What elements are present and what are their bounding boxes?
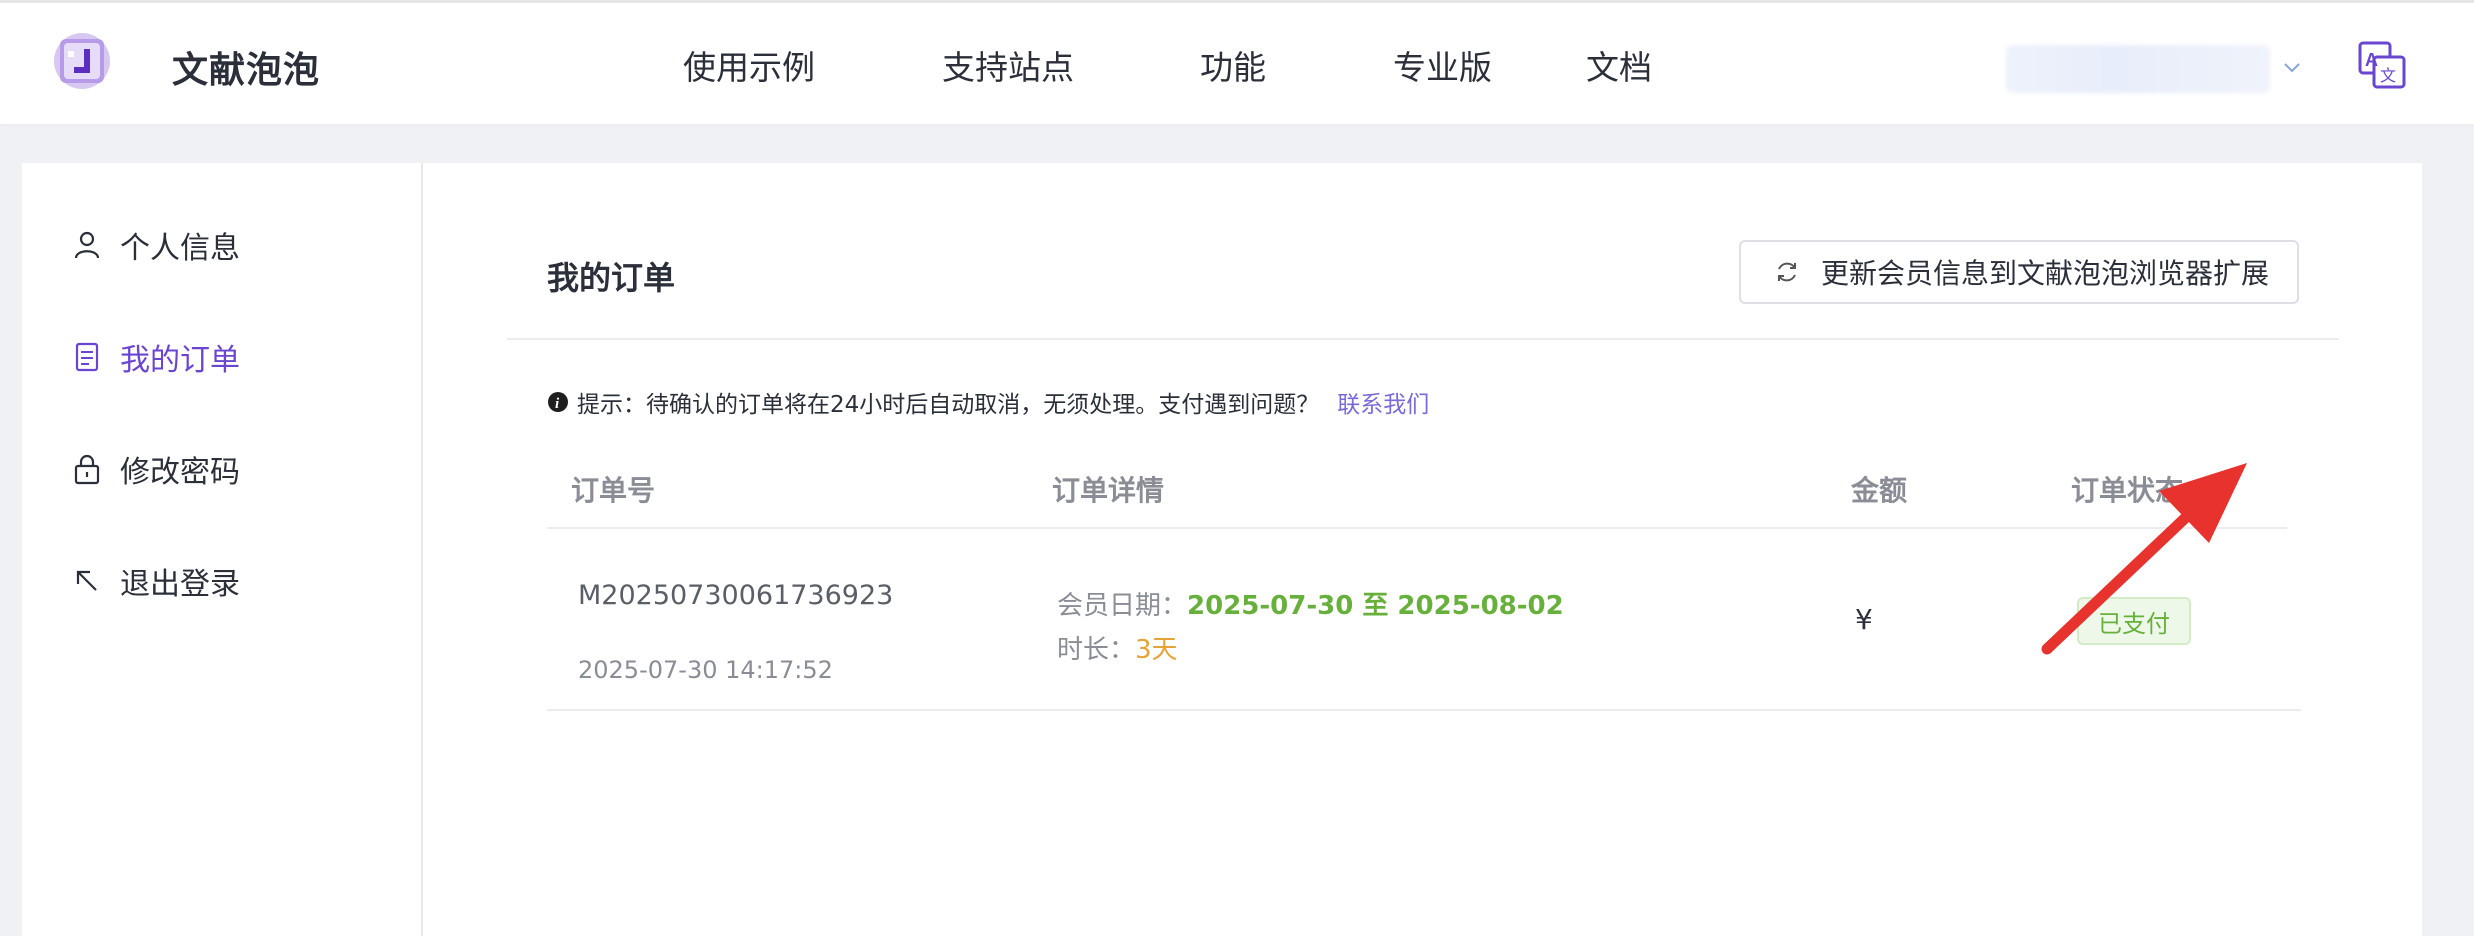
duration-label: 时长： xyxy=(1057,635,1136,665)
column-header-status: 订单状态 xyxy=(2071,474,2184,507)
sidebar-item-password[interactable]: 修改密码 xyxy=(70,441,400,497)
sidebar-item-logout[interactable]: 退出登录 xyxy=(70,553,400,609)
nav-features[interactable]: 功能 xyxy=(1200,41,1266,89)
sidebar-item-label: 修改密码 xyxy=(120,455,240,490)
sidebar: 个人信息 我的订单 修改密码 退出登录 xyxy=(22,163,422,936)
sidebar-item-orders[interactable]: 我的订单 xyxy=(70,329,400,385)
svg-text:A: A xyxy=(2365,50,2378,70)
title-divider xyxy=(507,338,2339,340)
document-icon xyxy=(75,342,99,372)
nav-sites[interactable]: 支持站点 xyxy=(942,41,1074,89)
tip-message: i 提示：待确认的订单将在24小时后自动取消，无须处理。支付遇到问题？ 联系我们 xyxy=(547,385,1429,419)
nav-pro[interactable]: 专业版 xyxy=(1393,41,1492,89)
column-header-order-no: 订单号 xyxy=(571,474,656,507)
member-date-label: 会员日期： xyxy=(1057,591,1188,621)
nav-docs[interactable]: 文档 xyxy=(1586,41,1652,89)
tip-text: 提示：待确认的订单将在24小时后自动取消，无须处理。支付遇到问题？ xyxy=(577,392,1320,418)
order-amount: ¥ xyxy=(1855,603,1873,636)
contact-us-link[interactable]: 联系我们 xyxy=(1337,385,1429,419)
table-header-divider xyxy=(547,527,2287,529)
refresh-icon xyxy=(1778,262,1796,282)
sidebar-item-label: 个人信息 xyxy=(120,231,240,266)
sidebar-item-profile[interactable]: 个人信息 xyxy=(70,217,400,273)
column-header-details: 订单详情 xyxy=(1052,474,1165,507)
duration-line: 时长：3天 xyxy=(1057,629,1178,666)
nav-examples[interactable]: 使用示例 xyxy=(683,41,815,89)
member-date-line: 会员日期：2025-07-30 至 2025-08-02 xyxy=(1057,585,1564,622)
user-account-blurred[interactable] xyxy=(2006,45,2270,93)
translate-icon[interactable]: A 文 xyxy=(2356,39,2408,91)
lock-icon xyxy=(74,454,100,485)
member-date-value: 2025-07-30 至 2025-08-02 xyxy=(1187,591,1564,621)
svg-text:文: 文 xyxy=(2380,66,2396,85)
order-time: 2025-07-30 14:17:52 xyxy=(578,656,833,684)
duration-value: 3天 xyxy=(1135,635,1178,665)
column-header-amount: 金额 xyxy=(1851,474,1908,507)
bubble-logo-icon[interactable] xyxy=(50,29,114,93)
sidebar-item-label: 退出登录 xyxy=(120,567,240,602)
page-title: 我的订单 xyxy=(547,259,676,297)
sync-button-label: 更新会员信息到文献泡泡浏览器扩展 xyxy=(1821,257,2270,290)
order-number: M20250730061736923 xyxy=(578,580,894,611)
brand-name[interactable]: 文献泡泡 xyxy=(172,41,320,93)
sync-membership-button[interactable]: 更新会员信息到文献泡泡浏览器扩展 xyxy=(1739,240,2299,304)
chevron-down-icon[interactable] xyxy=(2280,55,2304,79)
orders-panel: 我的订单 更新会员信息到文献泡泡浏览器扩展 i 提示：待确认的订单将在24小时后… xyxy=(423,163,2422,936)
table-row-divider xyxy=(547,709,2301,711)
user-icon xyxy=(74,231,100,259)
top-navbar: 文献泡泡 使用示例 支持站点 功能 专业版 文档 A 文 xyxy=(0,0,2474,124)
arrow-up-left-icon xyxy=(76,570,97,591)
info-icon: i xyxy=(548,392,568,412)
sidebar-item-label: 我的订单 xyxy=(120,343,240,378)
status-badge: 已支付 xyxy=(2077,597,2191,645)
